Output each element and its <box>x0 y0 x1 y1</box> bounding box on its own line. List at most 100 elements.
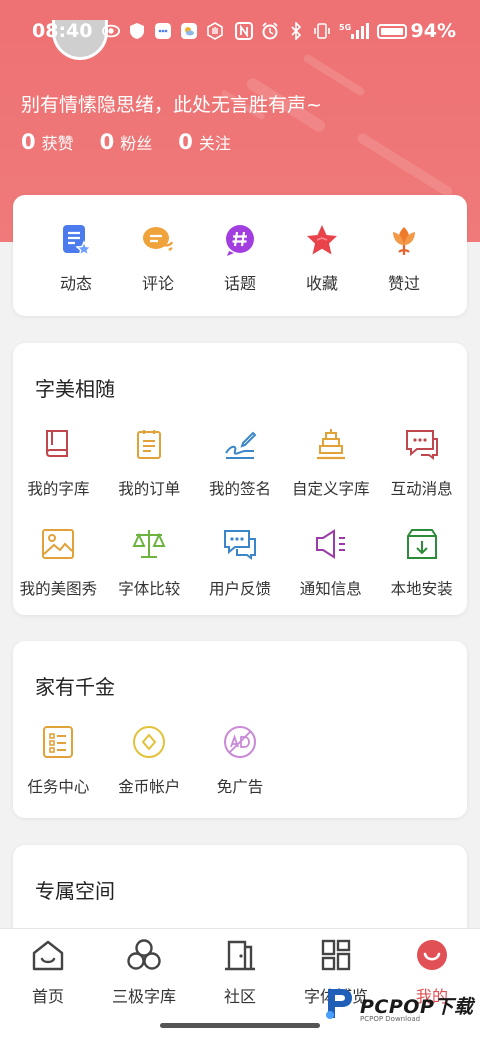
image-icon <box>41 527 75 565</box>
menu-no-ads[interactable]: 免广告 <box>195 725 286 797</box>
comment-icon <box>141 223 175 261</box>
nfc-icon <box>234 22 253 40</box>
menu-label: 本地安装 <box>390 580 453 598</box>
star-icon <box>305 223 339 261</box>
status-bar: 08:40 5G 94% <box>0 0 480 62</box>
quick-action-label: 赞过 <box>387 274 420 293</box>
flower-icon <box>387 223 421 261</box>
message-icon <box>405 427 439 465</box>
hand-icon <box>206 22 224 40</box>
stat-number: 0 <box>178 130 193 154</box>
signature-icon <box>223 427 257 465</box>
quick-action-favorites[interactable]: 收藏 <box>293 223 351 294</box>
menu-label: 我的字库 <box>27 480 90 498</box>
quick-action-comments[interactable]: 评论 <box>129 223 187 294</box>
status-time: 08:40 <box>32 20 93 42</box>
stat-number: 0 <box>99 130 115 154</box>
menu-label: 字体比较 <box>118 580 181 598</box>
nav-label: 首页 <box>31 987 64 1006</box>
clipboard-icon <box>132 427 166 465</box>
menu-label: 我的订单 <box>118 480 181 498</box>
home-indicator[interactable] <box>160 1023 320 1028</box>
alarm-icon <box>261 22 279 40</box>
menu-label: 免广告 <box>216 778 264 796</box>
nav-community[interactable]: 社区 <box>192 929 288 1009</box>
circles-icon <box>127 939 161 975</box>
stat-label: 关注 <box>198 134 231 153</box>
eye-icon <box>102 22 121 40</box>
stat-following[interactable]: 0 关注 <box>178 130 231 154</box>
home-icon <box>31 939 65 975</box>
stack-icon <box>314 427 348 465</box>
menu-label: 自定义字库 <box>292 480 370 498</box>
grid-icon <box>319 939 353 975</box>
nav-three-level-fonts[interactable]: 三极字库 <box>96 929 192 1009</box>
menu-my-orders[interactable]: 我的订单 <box>104 427 195 499</box>
section-title: 家有千金 <box>35 675 115 699</box>
quick-action-label: 收藏 <box>305 274 338 293</box>
nav-label: 社区 <box>223 987 256 1006</box>
profile-stats: 0 获赞 0 粉丝 0 关注 <box>21 130 231 154</box>
section-title: 专属空间 <box>35 879 115 903</box>
menu-label: 互动消息 <box>390 480 453 498</box>
quick-actions-card: 动态 评论 话题 收藏 赞过 <box>13 195 467 316</box>
stat-label: 获赞 <box>41 134 74 153</box>
smile-icon <box>415 939 449 975</box>
watermark-logo-icon <box>324 985 356 1025</box>
vibrate-icon <box>313 22 331 40</box>
menu-custom-fonts[interactable]: 自定义字库 <box>285 427 376 499</box>
menu-user-feedback[interactable]: 用户反馈 <box>195 527 286 599</box>
nav-home[interactable]: 首页 <box>0 929 96 1009</box>
menu-coin-account[interactable]: 金币帐户 <box>104 725 195 797</box>
signal-label: 5G <box>339 23 351 32</box>
quick-action-posts[interactable]: 动态 <box>47 223 105 294</box>
feedback-icon <box>223 527 257 565</box>
stat-fans[interactable]: 0 粉丝 <box>100 130 153 154</box>
quick-action-liked[interactable]: 赞过 <box>375 223 433 294</box>
stat-likes[interactable]: 0 获赞 <box>21 130 74 154</box>
quick-action-label: 评论 <box>141 274 174 293</box>
battery-icon <box>376 23 407 39</box>
menu-my-signature[interactable]: 我的签名 <box>195 427 286 499</box>
battery-indicator: 94% <box>376 20 456 42</box>
menu-notifications[interactable]: 通知信息 <box>285 527 376 599</box>
watermark-subtext: PCPOP Download <box>360 1015 421 1023</box>
section-title: 字美相随 <box>35 377 115 401</box>
book-icon <box>41 427 75 465</box>
menu-font-compare[interactable]: 字体比较 <box>104 527 195 599</box>
menu-label: 我的签名 <box>208 480 271 498</box>
task-icon <box>41 725 75 763</box>
chat-app-icon <box>154 22 172 40</box>
menu-my-images[interactable]: 我的美图秀 <box>13 527 104 599</box>
menu-label: 通知信息 <box>299 580 362 598</box>
menu-label: 我的美图秀 <box>19 580 98 598</box>
no-ad-icon <box>223 725 257 763</box>
profile-motto[interactable]: 别有情愫隐思绪，此处无言胜有声~ <box>21 90 322 117</box>
post-icon <box>59 223 93 261</box>
menu-my-fonts[interactable]: 我的字库 <box>13 427 104 499</box>
decor-stripe <box>355 131 455 199</box>
weather-icon <box>180 22 198 40</box>
door-icon <box>223 939 257 975</box>
menu-label: 金币帐户 <box>118 778 181 796</box>
battery-percent: 94% <box>410 20 456 42</box>
coin-icon <box>132 725 166 763</box>
signal-icon: 5G <box>339 22 369 40</box>
quick-action-label: 话题 <box>223 274 256 293</box>
scale-icon <box>132 527 166 565</box>
menu-label: 任务中心 <box>27 778 90 796</box>
menu-interactive-messages[interactable]: 互动消息 <box>376 427 467 499</box>
stat-label: 粉丝 <box>120 134 153 153</box>
bluetooth-icon <box>287 22 305 40</box>
download-box-icon <box>405 527 439 565</box>
menu-label: 用户反馈 <box>208 580 271 598</box>
watermark: PCPOP下载 PCPOP Download <box>324 985 474 1025</box>
shield-icon <box>128 22 146 40</box>
menu-task-center[interactable]: 任务中心 <box>13 725 104 797</box>
speaker-icon <box>314 527 348 565</box>
quick-action-topics[interactable]: 话题 <box>211 223 269 294</box>
menu-local-install[interactable]: 本地安装 <box>376 527 467 599</box>
topic-icon <box>223 223 257 261</box>
rewards-card: 家有千金 任务中心 金币帐户 免广告 <box>13 641 467 818</box>
nav-label: 三极字库 <box>111 987 176 1006</box>
